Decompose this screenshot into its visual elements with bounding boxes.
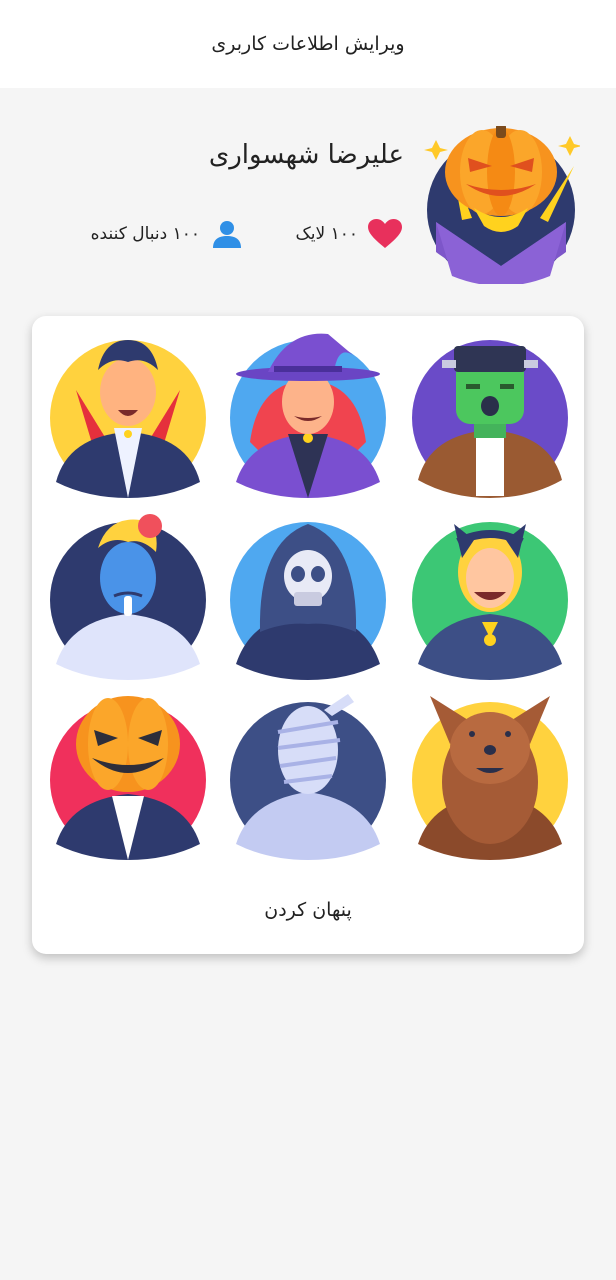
werewolf-avatar-icon [412,696,568,860]
hide-button[interactable]: پنهان کردن [32,892,584,928]
frankenstein-avatar[interactable] [410,330,570,510]
app-bar: ویرایش اطلاعات کاربری [0,0,616,88]
person-icon [210,217,244,251]
mummy-avatar[interactable] [228,692,388,872]
followers-stat: ۱۰۰ دنبال کننده [91,216,244,252]
werewolf-avatar[interactable] [410,692,570,872]
likes-stat: ۱۰۰ لایک [296,216,402,252]
zombie-avatar[interactable] [48,512,208,692]
heart-icon [368,217,402,251]
cat-girl-avatar-icon [412,522,568,680]
avatar-picker-card: پنهان کردن [32,316,584,954]
likes-count: ۱۰۰ لایک [295,224,358,244]
pumpkin-avatar-icon [424,124,582,286]
witch-avatar[interactable] [228,330,388,510]
grim-reaper-avatar[interactable] [228,512,388,692]
frankenstein-avatar-icon [412,340,568,498]
user-name: علیرضا شهسواری [208,140,404,170]
cat-girl-avatar[interactable] [410,512,570,692]
pumpkin-head-avatar-icon [50,696,206,860]
witch-avatar-icon [230,333,386,498]
zombie-avatar-icon [50,514,206,680]
vampire-avatar-icon [50,340,206,498]
mummy-avatar-icon [230,694,386,860]
profile-avatar[interactable] [422,124,582,286]
followers-count: ۱۰۰ دنبال کننده [90,224,200,244]
grim-reaper-avatar-icon [230,522,386,680]
page-title: ویرایش اطلاعات کاربری [211,33,405,55]
pumpkin-head-avatar[interactable] [48,692,208,872]
vampire-avatar[interactable] [48,330,208,510]
